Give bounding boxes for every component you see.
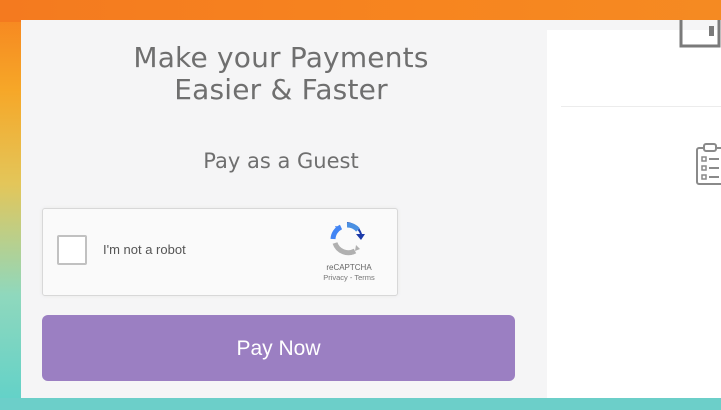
guest-subheading: Pay as a Guest <box>203 149 359 173</box>
headline-line-2: Easier & Faster <box>174 73 388 106</box>
recaptcha-privacy-terms-links[interactable]: Privacy - Terms <box>313 273 385 283</box>
document-icon <box>679 20 721 48</box>
pay-now-button[interactable]: Pay Now <box>42 315 515 381</box>
clipboard-checklist-icon <box>696 143 721 185</box>
section-divider <box>561 106 721 107</box>
guest-payment-panel: Make your Payments Easier & Faster Pay a… <box>21 20 541 398</box>
recaptcha-widget: I'm not a robot reCAPTCHA Privacy - Term… <box>42 208 398 296</box>
features-panel <box>547 20 721 398</box>
recaptcha-label: I'm not a robot <box>103 242 186 257</box>
recaptcha-checkbox[interactable] <box>57 235 87 265</box>
payment-page: Make your Payments Easier & Faster Pay a… <box>21 20 721 398</box>
frame-bottom-border <box>0 398 721 410</box>
frame-top-border <box>0 0 721 22</box>
recaptcha-logo-icon <box>330 222 365 256</box>
headline-line-1: Make your Payments <box>133 41 429 74</box>
headline: Make your Payments Easier & Faster <box>51 42 511 106</box>
recaptcha-brand: reCAPTCHA <box>326 263 372 272</box>
